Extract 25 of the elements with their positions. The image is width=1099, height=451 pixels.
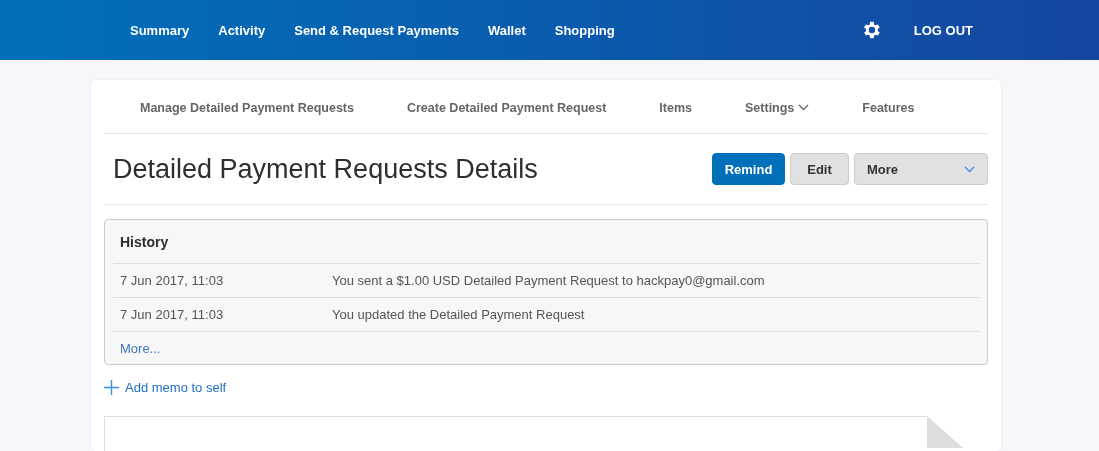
chevron-down-icon xyxy=(964,165,975,173)
nav-link[interactable]: Shopping xyxy=(554,22,615,38)
remind-button[interactable]: Remind xyxy=(712,153,785,185)
tab-link[interactable]: Settings xyxy=(745,100,810,115)
panel-title: History xyxy=(113,220,979,264)
tab-link[interactable]: Features xyxy=(862,100,915,115)
nav-link[interactable]: Wallet xyxy=(487,22,526,38)
more-dropdown[interactable]: More xyxy=(854,153,988,185)
edit-button[interactable]: Edit xyxy=(790,153,849,185)
nav-link[interactable]: Send & Request Payments xyxy=(294,22,459,38)
history-text: You sent a $1.00 USD Detailed Payment Request to hackpay0@gmail.com xyxy=(332,273,765,288)
history-text: You updated the Detailed Payment Request xyxy=(332,307,585,322)
tab-link[interactable]: Create Detailed Payment Request xyxy=(406,100,607,115)
tab-link[interactable]: Items xyxy=(659,100,692,115)
tab-link[interactable]: Manage Detailed Payment Requests xyxy=(140,100,354,115)
nav-link[interactable]: Summary xyxy=(130,22,190,38)
page-title: Detailed Payment Requests Details xyxy=(113,153,539,185)
nav-link[interactable]: Activity xyxy=(218,22,266,38)
logout-link[interactable]: LOG OUT xyxy=(913,22,973,38)
history-date: 7 Jun 2017, 11:03 xyxy=(119,307,225,322)
history-date: 7 Jun 2017, 11:03 xyxy=(119,273,225,288)
chevron-down-icon xyxy=(798,104,810,111)
plus-icon xyxy=(104,380,119,395)
more-link[interactable]: More... xyxy=(113,332,168,364)
add-memo-link[interactable]: Add memo to self xyxy=(104,380,227,395)
